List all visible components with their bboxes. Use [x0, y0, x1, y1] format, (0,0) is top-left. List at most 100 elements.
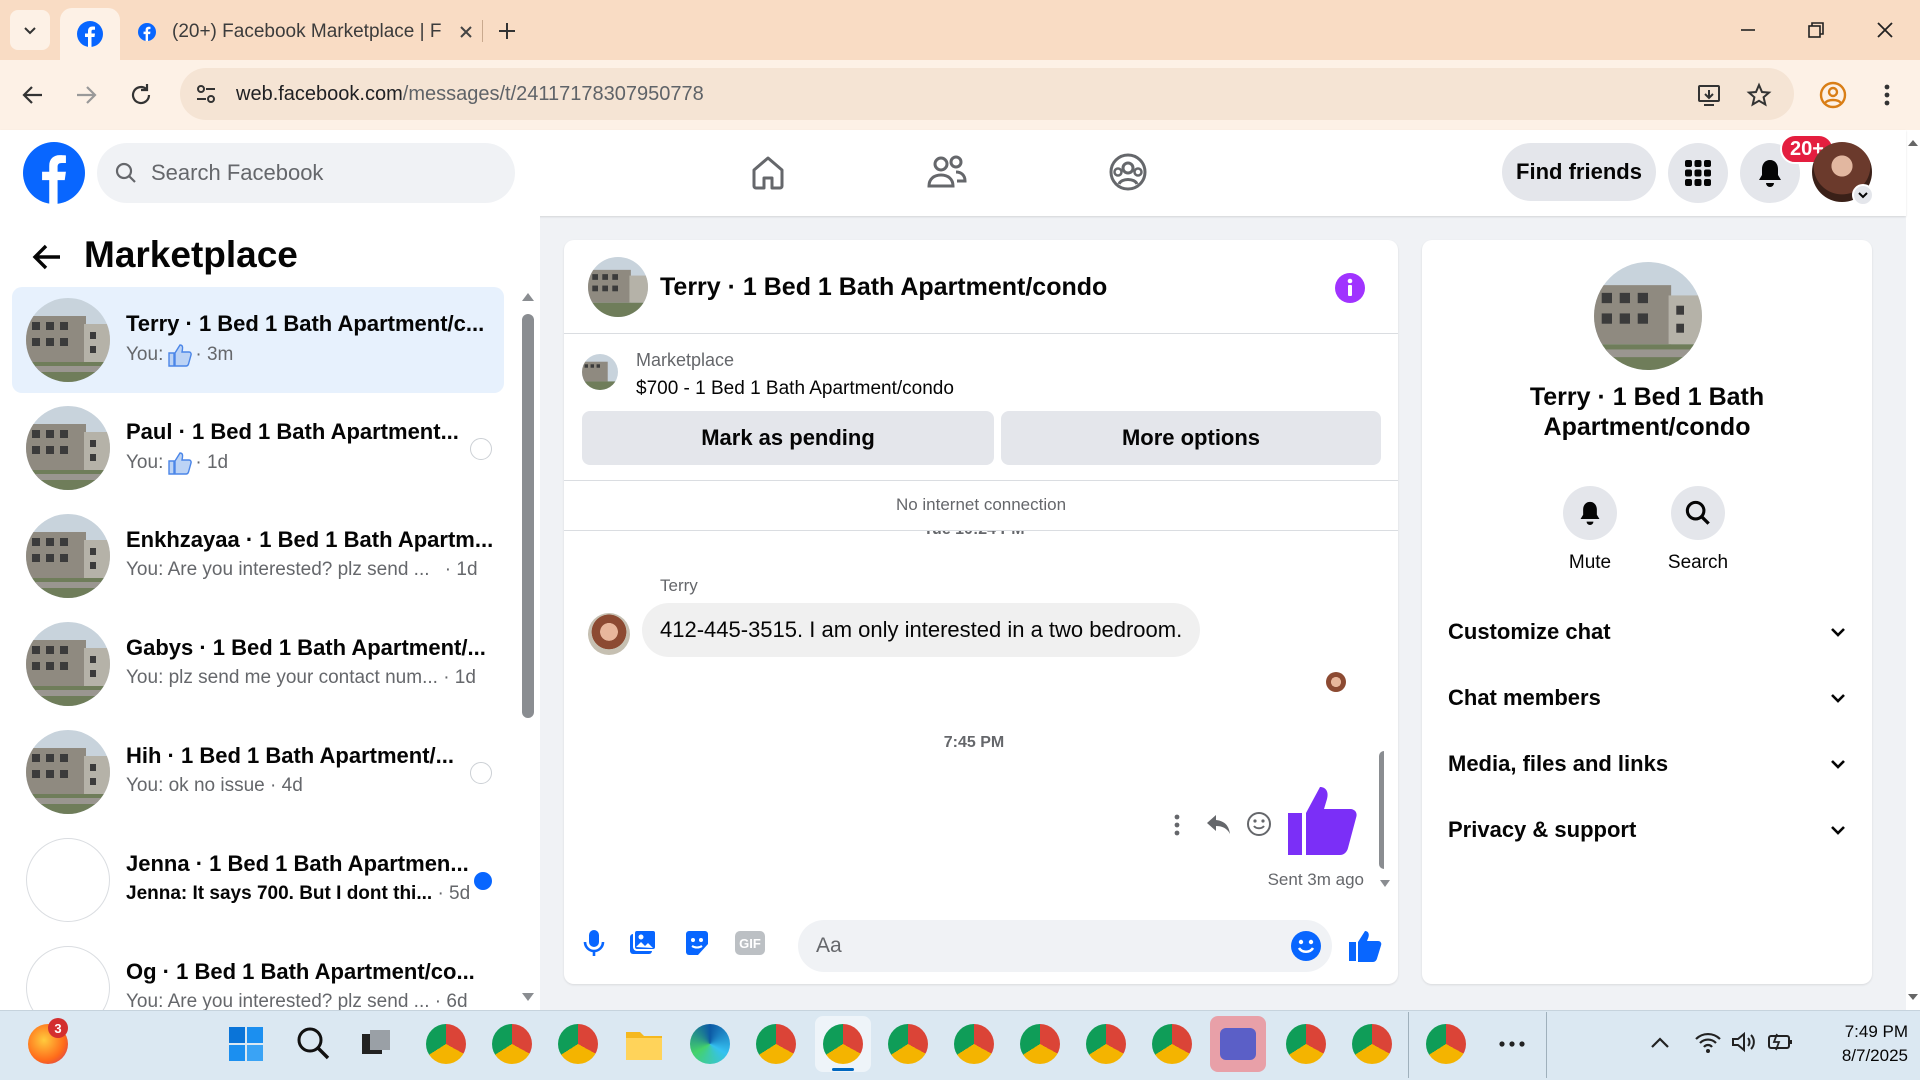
- back-arrow-icon[interactable]: [32, 243, 62, 271]
- preview-text: You: Are you interested? plz send ...: [126, 559, 430, 580]
- microphone-icon[interactable]: [580, 928, 608, 958]
- scroll-down-icon[interactable]: [1906, 990, 1920, 1004]
- emoji-icon[interactable]: [1290, 930, 1322, 962]
- media-files-links-section[interactable]: Media, files and links: [1448, 744, 1848, 784]
- chrome-profile-icon[interactable]: [1152, 1024, 1192, 1064]
- new-tab-icon[interactable]: [496, 20, 518, 42]
- scrollbar-thumb[interactable]: [522, 314, 534, 718]
- conversation-item[interactable]: Paul · 1 Bed 1 Bath Apartment... You: · 1…: [12, 395, 504, 501]
- more-apps-icon[interactable]: [1498, 1040, 1526, 1048]
- mark-as-pending-button[interactable]: Mark as pending: [582, 411, 994, 465]
- listing-thumbnail[interactable]: [582, 354, 618, 390]
- scroll-down-icon[interactable]: [1378, 877, 1392, 891]
- battery-icon[interactable]: [1766, 1030, 1794, 1054]
- message-bubble[interactable]: 412-445-3515. I am only interested in a …: [642, 603, 1201, 657]
- volume-icon[interactable]: [1730, 1030, 1758, 1054]
- chrome-profile-icon[interactable]: [1352, 1024, 1392, 1064]
- chrome-profile-icon[interactable]: [426, 1024, 466, 1064]
- chrome-active-icon[interactable]: [823, 1024, 863, 1064]
- photo-attach-icon[interactable]: [628, 928, 658, 958]
- site-info-icon[interactable]: [194, 82, 218, 106]
- tab-title: (20+) Facebook Marketplace | F: [172, 21, 442, 42]
- chrome-profile-icon[interactable]: [1086, 1024, 1126, 1064]
- tab-list-button[interactable]: [10, 10, 50, 50]
- conversation-item[interactable]: Gabys · 1 Bed 1 Bath Apartment/... You: …: [12, 611, 504, 717]
- tab-facebook-pinned[interactable]: [60, 8, 120, 60]
- chrome-profile-icon[interactable]: [756, 1024, 796, 1064]
- profile-icon[interactable]: [1818, 80, 1848, 110]
- chrome-profile-icon[interactable]: [1426, 1024, 1466, 1064]
- react-emoji-icon[interactable]: [1246, 811, 1272, 837]
- minimize-icon[interactable]: [1738, 20, 1758, 40]
- find-friends-button[interactable]: Find friends: [1502, 143, 1656, 201]
- search-in-chat-button[interactable]: Search: [1658, 486, 1738, 574]
- page-scrollbar[interactable]: [1906, 130, 1920, 1010]
- file-explorer-icon[interactable]: [624, 1026, 664, 1062]
- close-window-icon[interactable]: [1875, 20, 1895, 40]
- message-scrollbar-thumb[interactable]: [1379, 751, 1384, 869]
- scroll-up-icon[interactable]: [520, 290, 536, 304]
- chat-avatar[interactable]: [588, 257, 648, 317]
- sender-avatar[interactable]: [588, 613, 630, 655]
- reply-icon[interactable]: [1206, 813, 1232, 837]
- chrome-profile-icon[interactable]: [954, 1024, 994, 1064]
- clock[interactable]: 7:49 PM 8/7/2025: [1808, 1020, 1908, 1068]
- scroll-up-icon[interactable]: [1906, 136, 1920, 150]
- forward-icon[interactable]: [73, 82, 99, 108]
- conversation-item[interactable]: Hih · 1 Bed 1 Bath Apartment/... You: ok…: [12, 719, 504, 825]
- restore-icon[interactable]: [1806, 20, 1826, 40]
- message-input[interactable]: Aa: [798, 920, 1332, 972]
- friends-icon[interactable]: [926, 152, 968, 192]
- bookmark-star-icon[interactable]: [1746, 82, 1772, 108]
- wifi-icon[interactable]: [1694, 1030, 1722, 1054]
- large-thumbs-up-icon[interactable]: [1286, 783, 1360, 857]
- install-app-icon[interactable]: [1696, 82, 1722, 108]
- windows-start-icon[interactable]: [228, 1026, 264, 1062]
- privacy-support-section[interactable]: Privacy & support: [1448, 810, 1848, 850]
- taskbar-search-icon[interactable]: [296, 1026, 330, 1060]
- conversation-item[interactable]: Jenna · 1 Bed 1 Bath Apartmen... Jenna: …: [12, 827, 504, 933]
- listing-title[interactable]: $700 - 1 Bed 1 Bath Apartment/condo: [636, 378, 954, 400]
- send-like-icon[interactable]: [1348, 930, 1382, 962]
- chrome-profile-icon[interactable]: [888, 1024, 928, 1064]
- search-icon: [1685, 500, 1710, 525]
- chrome-profile-icon[interactable]: [558, 1024, 598, 1064]
- home-icon[interactable]: [748, 152, 788, 192]
- teams-icon[interactable]: [1210, 1016, 1266, 1072]
- close-icon[interactable]: [458, 24, 474, 40]
- more-actions-icon[interactable]: [1172, 813, 1182, 837]
- teams-logo: [1220, 1028, 1256, 1060]
- gif-icon[interactable]: GIF: [734, 930, 766, 956]
- info-avatar[interactable]: [1594, 262, 1702, 370]
- mute-button[interactable]: Mute: [1560, 486, 1620, 574]
- edge-icon[interactable]: [690, 1024, 730, 1064]
- tab-marketplace[interactable]: (20+) Facebook Marketplace | F: [138, 14, 474, 50]
- chat-title[interactable]: Terry · 1 Bed 1 Bath Apartment/condo: [660, 273, 1107, 302]
- customize-chat-section[interactable]: Customize chat: [1448, 612, 1848, 652]
- sender-name: Terry: [660, 576, 698, 595]
- task-view-icon[interactable]: [360, 1028, 392, 1058]
- chat-members-section[interactable]: Chat members: [1448, 678, 1848, 718]
- conversation-item[interactable]: Og · 1 Bed 1 Bath Apartment/co... You: A…: [12, 935, 504, 1010]
- chrome-profile-icon[interactable]: [1286, 1024, 1326, 1064]
- show-hidden-icons-icon[interactable]: [1650, 1036, 1670, 1050]
- account-chevron[interactable]: [1852, 184, 1874, 206]
- conversation-item[interactable]: Enkhzayaa · 1 Bed 1 Bath Apartm... You: …: [12, 503, 504, 609]
- browser-menu-icon[interactable]: [1880, 82, 1894, 108]
- menu-button[interactable]: [1668, 143, 1728, 203]
- conversation-item[interactable]: Terry · 1 Bed 1 Bath Apartment/c... You:…: [12, 287, 504, 393]
- groups-icon[interactable]: [1108, 152, 1148, 192]
- conversation-name: Hih · 1 Bed 1 Bath Apartment/...: [126, 743, 455, 768]
- scroll-down-icon[interactable]: [520, 990, 536, 1004]
- facebook-search-input[interactable]: Search Facebook: [97, 143, 515, 203]
- more-options-button[interactable]: More options: [1001, 411, 1381, 465]
- info-icon[interactable]: [1334, 272, 1366, 304]
- sticker-icon[interactable]: [682, 928, 712, 958]
- facebook-logo-icon[interactable]: [23, 142, 85, 204]
- address-bar[interactable]: web.facebook.com/messages/t/241171783079…: [180, 68, 1794, 120]
- back-icon[interactable]: [20, 82, 46, 108]
- timestamp: 7:45 PM: [943, 734, 1005, 751]
- chrome-profile-icon[interactable]: [492, 1024, 532, 1064]
- reload-icon[interactable]: [128, 82, 154, 108]
- chrome-profile-icon[interactable]: [1020, 1024, 1060, 1064]
